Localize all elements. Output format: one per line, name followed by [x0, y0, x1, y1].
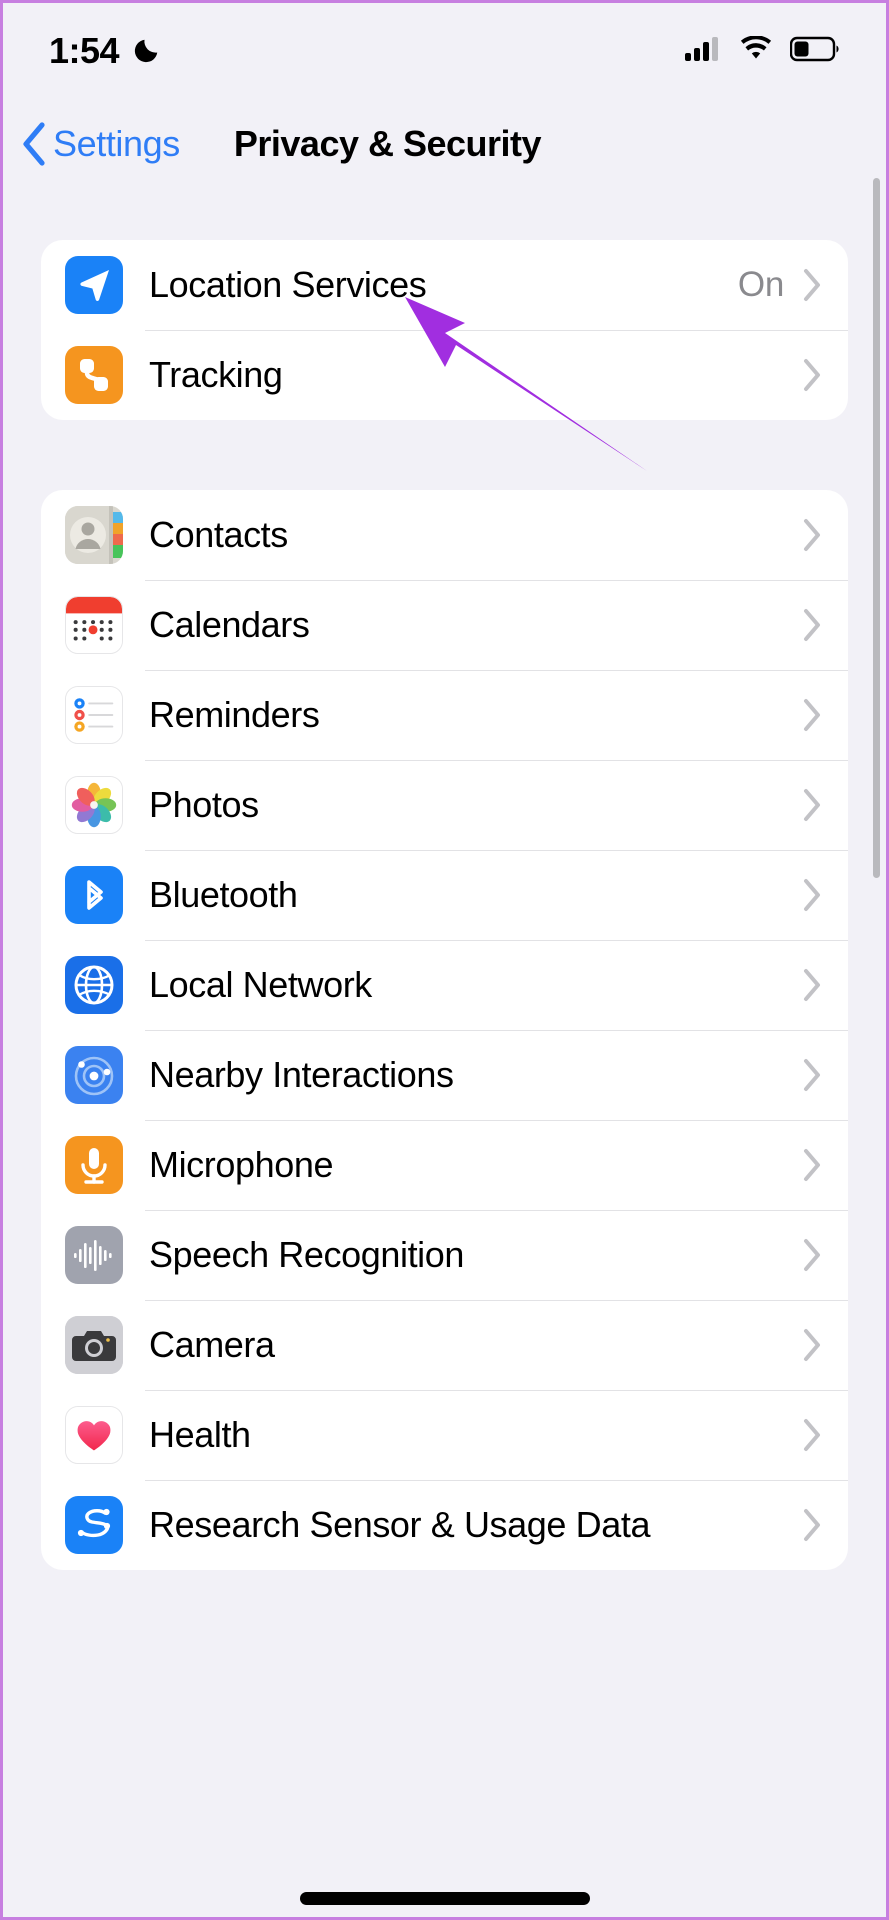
- chevron-right-icon: [802, 1508, 822, 1542]
- chevron-right-icon: [802, 268, 822, 302]
- row-label: Research Sensor & Usage Data: [149, 1504, 651, 1545]
- row-accessory: [802, 1508, 848, 1542]
- cellular-signal-icon: [684, 36, 722, 67]
- row-accessory: [802, 608, 848, 642]
- phone-screen: 1:54 Settings Privacy & Security Locatio…: [0, 0, 889, 1920]
- row-tracking[interactable]: Tracking: [41, 330, 848, 420]
- row-label: Photos: [149, 784, 259, 825]
- heart-icon: [65, 1406, 123, 1464]
- back-button[interactable]: Settings: [21, 122, 180, 166]
- status-bar: 1:54: [3, 3, 886, 99]
- scrollbar-indicator[interactable]: [873, 178, 880, 878]
- navigation-bar: Settings Privacy & Security: [3, 99, 886, 189]
- status-bar-indicators: [684, 34, 840, 67]
- row-camera[interactable]: Camera: [41, 1300, 848, 1390]
- chevron-right-icon: [802, 608, 822, 642]
- chevron-right-icon: [802, 358, 822, 392]
- row-microphone[interactable]: Microphone: [41, 1120, 848, 1210]
- nearby-interactions-icon: [65, 1046, 123, 1104]
- row-accessory: [802, 788, 848, 822]
- row-label: Microphone: [149, 1144, 334, 1185]
- row-label: Calendars: [149, 604, 310, 645]
- chevron-right-icon: [802, 1418, 822, 1452]
- chevron-left-icon: [21, 122, 47, 166]
- wifi-icon: [738, 34, 774, 67]
- row-bluetooth[interactable]: Bluetooth: [41, 850, 848, 940]
- photos-icon: [65, 776, 123, 834]
- row-label: Contacts: [149, 514, 288, 555]
- reminders-icon: [65, 686, 123, 744]
- microphone-icon: [65, 1136, 123, 1194]
- row-contacts[interactable]: Contacts: [41, 490, 848, 580]
- tracking-icon: [65, 346, 123, 404]
- row-label: Bluetooth: [149, 874, 298, 915]
- row-research-sensor-usage-data[interactable]: Research Sensor & Usage Data: [41, 1480, 848, 1570]
- row-accessory: [802, 1238, 848, 1272]
- row-speech-recognition[interactable]: Speech Recognition: [41, 1210, 848, 1300]
- calendar-icon: [65, 596, 123, 654]
- location-arrow-icon: [65, 256, 123, 314]
- chevron-right-icon: [802, 968, 822, 1002]
- row-accessory: [802, 1148, 848, 1182]
- row-accessory: [802, 968, 848, 1002]
- chevron-right-icon: [802, 698, 822, 732]
- row-accessory: [802, 1328, 848, 1362]
- contacts-icon: [65, 506, 123, 564]
- row-label: Camera: [149, 1324, 275, 1365]
- row-accessory: [784, 358, 848, 392]
- row-accessory: [802, 1418, 848, 1452]
- row-photos[interactable]: Photos: [41, 760, 848, 850]
- row-reminders[interactable]: Reminders: [41, 670, 848, 760]
- camera-icon: [65, 1316, 123, 1374]
- page-title: Privacy & Security: [233, 123, 542, 164]
- row-location-services[interactable]: Location Services On: [41, 240, 848, 330]
- row-label: Reminders: [149, 694, 320, 735]
- row-accessory: [802, 878, 848, 912]
- globe-icon: [65, 956, 123, 1014]
- row-health[interactable]: Health: [41, 1390, 848, 1480]
- home-indicator: [299, 1892, 590, 1905]
- chevron-right-icon: [802, 788, 822, 822]
- research-sensor-icon: [65, 1496, 123, 1554]
- row-accessory: [802, 698, 848, 732]
- row-label: Speech Recognition: [149, 1234, 465, 1275]
- battery-icon: [789, 36, 840, 67]
- row-label: Health: [149, 1414, 251, 1455]
- chevron-right-icon: [802, 1148, 822, 1182]
- row-value: On: [737, 265, 784, 304]
- row-nearby-interactions[interactable]: Nearby Interactions: [41, 1030, 848, 1120]
- bluetooth-icon: [65, 866, 123, 924]
- chevron-right-icon: [802, 1058, 822, 1092]
- settings-list: Location Services On Tracking Contacts C…: [3, 189, 886, 1917]
- back-button-label: Settings: [53, 123, 180, 164]
- chevron-right-icon: [802, 1238, 822, 1272]
- status-bar-time: 1:54: [49, 30, 120, 71]
- settings-group-system: Location Services On Tracking: [41, 240, 848, 420]
- row-accessory: [802, 518, 848, 552]
- row-label: Tracking: [149, 354, 283, 395]
- settings-group-app-permissions: Contacts Calendars Reminders Photos Blue…: [41, 490, 848, 1570]
- row-label: Local Network: [149, 964, 372, 1005]
- moon-icon: [131, 36, 161, 66]
- row-calendars[interactable]: Calendars: [41, 580, 848, 670]
- row-label: Location Services: [149, 264, 427, 305]
- row-label: Nearby Interactions: [149, 1054, 454, 1095]
- row-local-network[interactable]: Local Network: [41, 940, 848, 1030]
- waveform-icon: [65, 1226, 123, 1284]
- chevron-right-icon: [802, 1328, 822, 1362]
- chevron-right-icon: [802, 878, 822, 912]
- row-accessory: On: [738, 265, 848, 305]
- row-accessory: [802, 1058, 848, 1092]
- chevron-right-icon: [802, 518, 822, 552]
